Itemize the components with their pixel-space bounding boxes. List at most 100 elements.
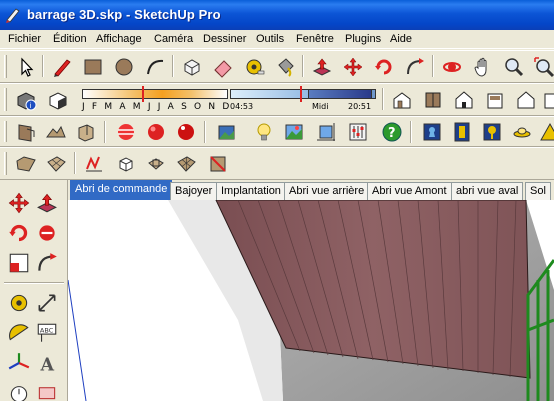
menu-outils[interactable]: Outils <box>256 33 284 45</box>
sandbox-button[interactable] <box>44 120 68 144</box>
display-shadows-button[interactable] <box>46 88 70 112</box>
date-slider[interactable]: J F M A M J J A S O N D <box>82 86 230 114</box>
tape-measure-button[interactable] <box>242 55 266 79</box>
left-dimension-button[interactable] <box>34 290 60 316</box>
move-tool-button[interactable] <box>341 55 365 79</box>
tab-sol[interactable]: Sol <box>525 182 551 200</box>
menu-plugins[interactable]: Plugins <box>345 33 381 45</box>
menu-camera[interactable]: Caméra <box>154 33 193 45</box>
style-xray-button[interactable] <box>114 120 138 144</box>
shadow-info-button[interactable]: i <box>14 88 38 112</box>
tab-abri-vue-arriere[interactable]: Abri vue arrière <box>284 182 370 200</box>
zoom-tool-button[interactable] <box>502 55 526 79</box>
help-button[interactable]: ? <box>380 120 404 144</box>
date-slider-thumb[interactable] <box>142 86 144 102</box>
circle-icon <box>115 58 133 76</box>
menu-edition[interactable]: Édition <box>53 33 87 45</box>
warning-button[interactable] <box>538 120 554 144</box>
tab-abri-vue-amont[interactable]: Abri vue Amont <box>367 182 452 200</box>
left-look-around-button[interactable] <box>34 378 60 401</box>
style-textured-button[interactable] <box>174 120 198 144</box>
sketchup-app-icon[interactable] <box>5 7 21 23</box>
eraser-tool-button[interactable] <box>211 55 235 79</box>
menu-affichage[interactable]: Affichage <box>96 33 142 45</box>
from-contours-button[interactable] <box>14 152 38 176</box>
front-view-button[interactable] <box>452 88 476 112</box>
menu-fichier[interactable]: Fichier <box>8 33 41 45</box>
tape-measure-icon <box>10 294 28 312</box>
paint-bucket-button[interactable] <box>273 55 297 79</box>
orbit-tool-button[interactable] <box>440 55 464 79</box>
scale-icon <box>9 253 29 273</box>
follow-me-button[interactable] <box>403 55 427 79</box>
left-scale-button[interactable] <box>6 250 32 276</box>
circle-tool-button[interactable] <box>112 55 136 79</box>
flip-edge-button[interactable] <box>206 152 230 176</box>
back-view-button[interactable] <box>514 88 538 112</box>
time-slider-track-end[interactable] <box>308 89 372 99</box>
pan-tool-button[interactable] <box>471 55 495 79</box>
ufo-button[interactable] <box>510 120 534 144</box>
time-slider-thumb[interactable] <box>300 86 302 102</box>
left-3d-text-button[interactable]: A <box>34 350 60 376</box>
film-button[interactable] <box>450 120 474 144</box>
top-view-button[interactable] <box>421 88 445 112</box>
left-follow-me-button[interactable] <box>34 220 60 246</box>
model-viewport[interactable] <box>68 200 554 401</box>
settings-sliders-button[interactable] <box>346 120 370 144</box>
select-tool-button[interactable] <box>14 55 38 79</box>
tab-abri-vue-aval[interactable]: abri vue aval <box>451 182 524 200</box>
walk-button[interactable] <box>420 120 444 144</box>
toolbar-grip[interactable] <box>4 121 7 142</box>
right-view-button[interactable] <box>483 88 507 112</box>
left-protractor-button[interactable] <box>6 320 32 346</box>
toolbar-grip[interactable] <box>4 152 7 175</box>
push-pull-button[interactable] <box>310 55 334 79</box>
tree-icon <box>483 123 501 141</box>
left-tape-measure-button[interactable] <box>6 290 32 316</box>
left-view-button[interactable] <box>540 88 554 112</box>
menu-aide[interactable]: Aide <box>390 33 412 45</box>
light-button[interactable] <box>252 120 276 144</box>
left-position-camera-button[interactable] <box>6 378 32 401</box>
arrow-cursor-icon <box>21 57 34 77</box>
drape-button[interactable] <box>144 152 168 176</box>
left-text-button[interactable]: ABC <box>34 320 60 346</box>
iso-view-button[interactable] <box>390 88 414 112</box>
rectangle-tool-button[interactable] <box>81 55 105 79</box>
menu-dessiner[interactable]: Dessiner <box>203 33 246 45</box>
left-move-button[interactable] <box>6 190 32 216</box>
tree-component-button[interactable] <box>480 120 504 144</box>
model-scene[interactable] <box>68 200 554 401</box>
left-push-pull-button[interactable] <box>34 190 60 216</box>
style-shaded-button[interactable] <box>144 120 168 144</box>
tab-implantation[interactable]: Implantation <box>216 182 286 200</box>
section-plane-button[interactable] <box>14 120 38 144</box>
pencil-tool-button[interactable] <box>50 55 74 79</box>
resize-image-button[interactable] <box>314 120 338 144</box>
render-button[interactable] <box>282 120 306 144</box>
smoove-button[interactable] <box>82 152 106 176</box>
make-component-button[interactable] <box>180 55 204 79</box>
tab-abri-de-commande[interactable]: Abri de commande <box>70 180 173 200</box>
left-axes-button[interactable] <box>6 350 32 376</box>
add-image-button[interactable] <box>214 120 238 144</box>
left-rotate-button[interactable] <box>6 220 32 246</box>
menu-fenetre[interactable]: Fenêtre <box>296 33 334 45</box>
stamp-button[interactable] <box>114 152 138 176</box>
toolbar-grip[interactable] <box>4 88 7 111</box>
axis-line <box>68 279 87 401</box>
arc-tool-button[interactable] <box>143 55 167 79</box>
photo-box-icon <box>78 124 94 142</box>
left-offset-button[interactable] <box>34 250 60 276</box>
tab-bajoyer[interactable]: Bajoyer <box>170 182 218 200</box>
add-detail-button[interactable] <box>174 152 198 176</box>
date-slider-track[interactable] <box>82 89 228 99</box>
zoom-extents-button[interactable] <box>532 55 554 79</box>
from-scratch-button[interactable] <box>44 152 68 176</box>
separator <box>204 121 206 143</box>
rotate-tool-button[interactable] <box>372 55 396 79</box>
tape-measure-icon <box>246 59 265 75</box>
photo-match-button[interactable] <box>74 120 98 144</box>
toolbar-grip[interactable] <box>4 55 7 78</box>
